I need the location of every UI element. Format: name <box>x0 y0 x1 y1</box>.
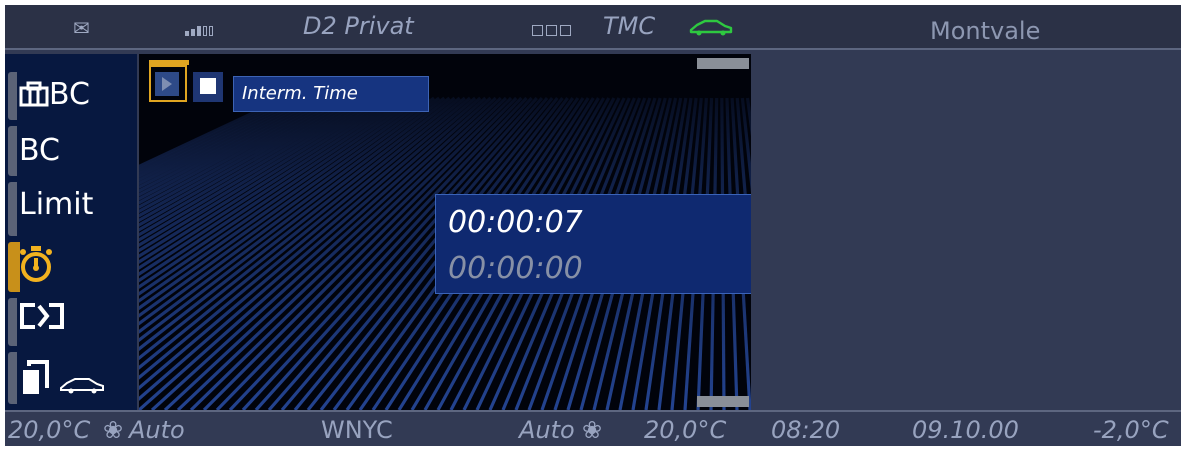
radio-station[interactable]: WNYC <box>321 417 393 443</box>
menu-tab-3 <box>8 182 17 236</box>
bottom-status-bar: 20,0°C ❀ Auto WNYC Auto ❀ 20,0°C 08:20 0… <box>5 410 1181 446</box>
location-label: Montvale <box>930 17 1041 45</box>
signal-strength-icon <box>185 21 215 40</box>
menu-item-copy-car[interactable] <box>19 356 117 408</box>
menu-tab-2 <box>8 126 17 176</box>
menu-item-label: BC <box>49 77 91 112</box>
stopwatch-icon <box>20 246 52 282</box>
play-button[interactable] <box>155 72 179 96</box>
menu-item-stopwatch[interactable] <box>19 244 53 292</box>
display-screen: ✉ D2 Privat TMC Montvale BC BC Limit Int… <box>5 5 1181 446</box>
saved-time: 00:00:00 <box>448 251 583 286</box>
envelope-icon[interactable]: ✉ <box>73 15 90 41</box>
tmc-label: TMC <box>603 12 656 40</box>
fan-icon-right: ❀ <box>582 416 603 444</box>
bc-menu-sidebar: BC BC Limit <box>5 54 137 410</box>
outside-temp: -2,0°C <box>1093 416 1169 444</box>
menu-tab-6 <box>8 352 17 404</box>
menu-item-swap[interactable] <box>19 302 65 338</box>
time-display: 00:00:07 00:00:00 <box>435 194 751 294</box>
menu-item-trip-bc[interactable]: BC <box>19 78 90 112</box>
fan-icon-left: ❀ <box>103 416 124 444</box>
cabin-temp-right[interactable]: 20,0°C <box>644 417 726 443</box>
briefcase-icon <box>19 81 49 107</box>
interm-time-label[interactable]: Interm. Time <box>233 76 429 112</box>
network-name: D2 Privat <box>303 12 414 40</box>
scroll-down-bar[interactable] <box>697 396 749 407</box>
fan-mode-left[interactable]: Auto <box>129 417 185 443</box>
date: 09.10.00 <box>912 416 1019 444</box>
car-outline-icon <box>689 19 733 36</box>
stopwatch-panel: Interm. Time 00:00:07 00:00:00 <box>139 54 751 410</box>
stop-button[interactable] <box>193 72 223 102</box>
top-status-bar: ✉ D2 Privat TMC Montvale <box>5 5 1181 50</box>
tmc-indicator-boxes <box>532 21 574 40</box>
current-time: 00:00:07 <box>448 205 583 240</box>
copy-car-icon <box>23 360 104 394</box>
scroll-up-bar[interactable] <box>697 58 749 69</box>
menu-tab-1 <box>8 72 17 120</box>
fan-mode-right[interactable]: Auto <box>519 417 575 443</box>
swap-arrow-icon <box>20 303 64 329</box>
clock-time: 08:20 <box>771 416 841 444</box>
menu-tab-5 <box>8 298 17 346</box>
menu-item-limit[interactable]: Limit <box>19 188 93 222</box>
menu-item-bc[interactable]: BC <box>19 134 60 168</box>
cabin-temp-left[interactable]: 20,0°C <box>8 417 90 443</box>
